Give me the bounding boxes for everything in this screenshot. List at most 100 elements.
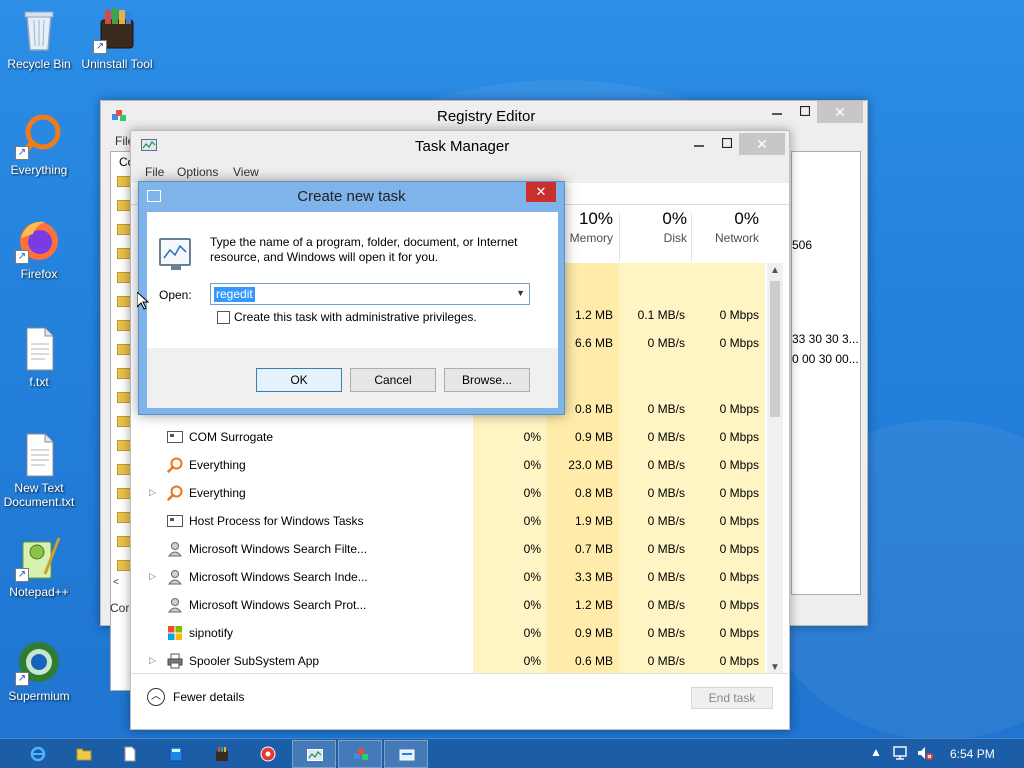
taskmgr-minimize-button[interactable] bbox=[685, 133, 713, 155]
desktop-icon-recycle-bin[interactable]: Recycle Bin bbox=[0, 6, 78, 71]
ok-button[interactable]: OK bbox=[256, 368, 342, 392]
desktop-icon-f-txt[interactable]: f.txt bbox=[0, 324, 78, 389]
end-task-button[interactable]: End task bbox=[691, 687, 773, 709]
shortcut-arrow-icon: ↗ bbox=[15, 672, 29, 686]
show-hidden-icons-button[interactable]: ▲ bbox=[870, 745, 882, 759]
process-row[interactable]: Host Process for Windows Tasks 0% 1.9 MB… bbox=[131, 507, 765, 535]
registry-minimize-button[interactable] bbox=[763, 101, 791, 123]
text-file-icon bbox=[15, 324, 63, 372]
open-input[interactable]: regedit ▼ bbox=[210, 283, 530, 305]
registry-status-bar: Cor bbox=[110, 601, 130, 615]
disk-cell: 0 MB/s bbox=[647, 430, 685, 444]
column-separator bbox=[619, 213, 620, 261]
network-status-icon[interactable] bbox=[892, 744, 910, 765]
chevron-up-icon: ︿ bbox=[147, 688, 165, 706]
create-new-task-dialog[interactable]: Create new task ✕ Type the name of a pro… bbox=[138, 181, 565, 415]
notepadpp-icon: ↗ bbox=[15, 534, 63, 582]
process-name: Everything bbox=[189, 458, 246, 472]
process-row[interactable]: ▷ Spooler SubSystem App 0% 0.6 MB 0 MB/s… bbox=[131, 647, 765, 675]
admin-privileges-label: Create this task with administrative pri… bbox=[234, 310, 477, 324]
dialog-close-button[interactable]: ✕ bbox=[526, 182, 556, 202]
process-name: sipnotify bbox=[189, 626, 234, 640]
registry-key-folder-icon bbox=[111, 533, 131, 547]
expand-arrow-icon[interactable]: ▷ bbox=[149, 655, 156, 666]
memory-cell: 0.7 MB bbox=[574, 542, 613, 556]
search-user-icon bbox=[167, 597, 183, 613]
menu-options[interactable]: Options bbox=[177, 165, 218, 179]
menu-file[interactable]: File bbox=[145, 165, 164, 179]
taskbar-task-manager-button[interactable] bbox=[292, 740, 336, 768]
task-manager-title: Task Manager bbox=[415, 138, 510, 155]
scrollbar-thumb[interactable] bbox=[770, 281, 780, 417]
desktop-icon-supermium[interactable]: ↗ Supermium bbox=[0, 638, 78, 703]
registry-close-button[interactable]: ✕ bbox=[817, 101, 863, 123]
process-row[interactable]: ▷ Microsoft Windows Search Inde... 0% 3.… bbox=[131, 563, 765, 591]
task-manager-icon bbox=[307, 747, 323, 763]
taskmgr-close-button[interactable]: ✕ bbox=[739, 133, 785, 155]
desktop-icon-everything[interactable]: ↗ Everything bbox=[0, 112, 78, 177]
column-header-network[interactable]: 0% Network bbox=[697, 209, 759, 245]
text-file-icon bbox=[15, 430, 63, 478]
cancel-button[interactable]: Cancel bbox=[350, 368, 436, 392]
desktop-icon-new-text-document[interactable]: New Text Document.txt bbox=[0, 430, 78, 509]
column-header-disk[interactable]: 0% Disk bbox=[625, 209, 687, 245]
column-separator bbox=[691, 213, 692, 261]
expand-arrow-icon[interactable]: ▷ bbox=[149, 571, 156, 582]
desktop-icon-notepadpp[interactable]: ↗ Notepad++ bbox=[0, 534, 78, 599]
desktop-icon-firefox[interactable]: ↗ Firefox bbox=[0, 216, 78, 281]
process-list-scrollbar[interactable]: ▲ ▼ bbox=[767, 263, 783, 675]
process-row[interactable]: Microsoft Windows Search Prot... 0% 1.2 … bbox=[131, 591, 765, 619]
task-manager-titlebar[interactable]: Task Manager ✕ bbox=[131, 131, 789, 161]
scroll-up-icon[interactable]: ▲ bbox=[767, 265, 783, 276]
desktop-icon-label: Everything bbox=[10, 163, 68, 177]
registry-key-folder-icon bbox=[111, 269, 131, 283]
taskbar-ie-button[interactable] bbox=[16, 740, 60, 768]
taskbar-notepad-button[interactable] bbox=[108, 740, 152, 768]
network-cell: 0 Mbps bbox=[719, 308, 759, 322]
recycle-bin-icon bbox=[15, 6, 63, 54]
registry-maximize-button[interactable] bbox=[791, 101, 819, 123]
volume-muted-icon[interactable] bbox=[916, 744, 934, 765]
disk-cell: 0 MB/s bbox=[647, 402, 685, 416]
taskbar-uninstall-tool-button[interactable] bbox=[200, 740, 244, 768]
uninstall-tool-icon: ↗ bbox=[93, 6, 141, 54]
cpu-cell: 0% bbox=[523, 430, 541, 444]
disk-percent: 0% bbox=[662, 209, 687, 228]
scroll-down-icon[interactable]: ▼ bbox=[767, 662, 783, 673]
process-row[interactable]: sipnotify 0% 0.9 MB 0 MB/s 0 Mbps bbox=[131, 619, 765, 647]
process-row[interactable]: COM Surrogate 0% 0.9 MB 0 MB/s 0 Mbps bbox=[131, 423, 765, 451]
expand-arrow-icon[interactable]: ▷ bbox=[149, 487, 156, 498]
folder-icon bbox=[76, 746, 92, 762]
taskmgr-maximize-button[interactable] bbox=[713, 133, 741, 155]
taskbar-run-dialog-button[interactable] bbox=[384, 740, 428, 768]
memory-cell: 0.6 MB bbox=[574, 654, 613, 668]
disk-cell: 0 MB/s bbox=[647, 486, 685, 500]
registry-key-folder-icon bbox=[111, 557, 131, 571]
registry-editor-titlebar[interactable]: Registry Editor ✕ bbox=[101, 101, 867, 131]
chevron-down-icon[interactable]: ▼ bbox=[516, 288, 525, 298]
process-row[interactable]: ▷ Everything 0% 0.8 MB 0 MB/s 0 Mbps bbox=[131, 479, 765, 507]
process-name: Microsoft Windows Search Filte... bbox=[189, 542, 368, 556]
process-row[interactable]: Everything 0% 23.0 MB 0 MB/s 0 Mbps bbox=[131, 451, 765, 479]
disk-cell: 0 MB/s bbox=[647, 336, 685, 350]
desktop-icon-uninstall-tool[interactable]: ↗ Uninstall Tool bbox=[78, 6, 156, 71]
registry-tree-scroll-left-icon[interactable]: < bbox=[113, 577, 119, 588]
taskbar-app-button[interactable] bbox=[154, 740, 198, 768]
checkbox-box[interactable] bbox=[217, 311, 230, 324]
open-label: Open: bbox=[159, 288, 192, 302]
menu-view[interactable]: View bbox=[233, 165, 259, 179]
taskbar-explorer-button[interactable] bbox=[62, 740, 106, 768]
taskbar-registry-editor-button[interactable] bbox=[338, 740, 382, 768]
taskbar-media-button[interactable] bbox=[246, 740, 290, 768]
process-row[interactable]: Microsoft Windows Search Filte... 0% 0.7… bbox=[131, 535, 765, 563]
taskbar-clock[interactable]: 6:54 PM bbox=[950, 747, 995, 761]
open-input-value[interactable]: regedit bbox=[214, 287, 255, 302]
network-cell: 0 Mbps bbox=[719, 626, 759, 640]
cpu-cell: 0% bbox=[523, 542, 541, 556]
search-user-icon bbox=[167, 541, 183, 557]
task-manager-footer: ︿ Fewer details End task bbox=[131, 673, 789, 729]
network-label: Network bbox=[714, 231, 759, 245]
disk-cell: 0 MB/s bbox=[647, 570, 685, 584]
browse-button[interactable]: Browse... bbox=[444, 368, 530, 392]
registry-values-pane[interactable]: 506 33 30 30 3... 0 00 30 00... bbox=[791, 151, 861, 595]
